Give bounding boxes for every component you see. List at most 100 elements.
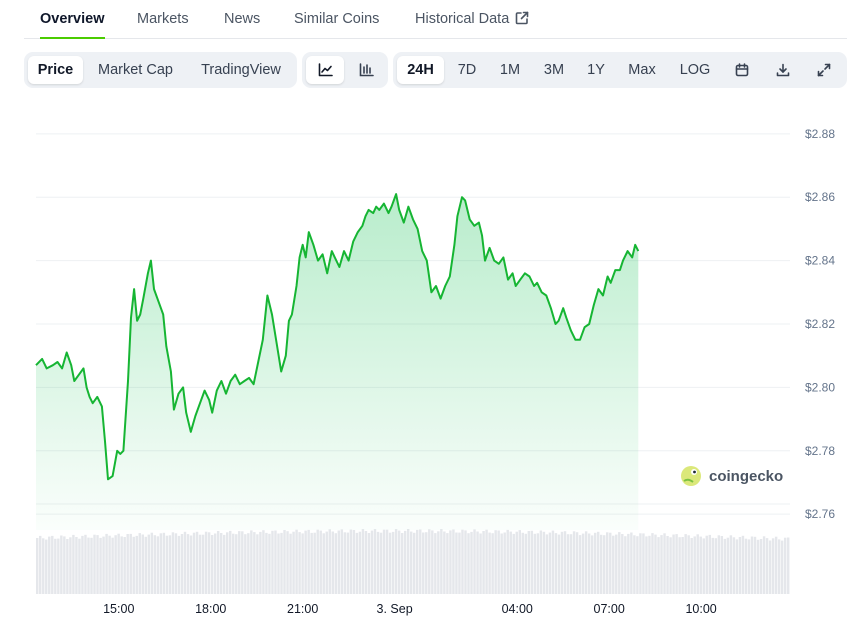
volume-bar xyxy=(117,533,120,594)
volume-bar xyxy=(503,532,506,594)
volume-bars xyxy=(36,529,790,594)
volume-bar xyxy=(500,533,503,594)
volume-bar xyxy=(391,531,395,594)
volume-bar xyxy=(738,537,742,594)
volume-bar xyxy=(473,529,476,594)
volume-bar xyxy=(584,531,588,594)
volume-bar xyxy=(63,536,66,594)
volume-bar xyxy=(762,536,766,594)
volume-bar xyxy=(72,534,75,594)
volume-bar xyxy=(241,531,244,594)
volume-bar xyxy=(651,533,654,594)
x-tick-label: 18:00 xyxy=(195,602,226,616)
volume-bar xyxy=(247,533,250,594)
volume-bar xyxy=(476,531,479,594)
volume-bar xyxy=(771,538,775,594)
volume-bar xyxy=(147,534,151,594)
volume-bar xyxy=(198,534,202,594)
volume-bar xyxy=(413,532,416,594)
volume-bar xyxy=(723,538,727,594)
volume-bar xyxy=(361,529,365,594)
volume-bar xyxy=(566,534,570,594)
volume-bar xyxy=(690,538,693,594)
volume-bar xyxy=(648,535,651,594)
volume-bar xyxy=(226,532,229,594)
volume-bar xyxy=(557,534,561,594)
volume-bar xyxy=(578,535,582,594)
volume-bar xyxy=(612,535,615,594)
y-tick-label: $2.86 xyxy=(805,190,835,204)
volume-bar xyxy=(458,532,461,594)
volume-bar xyxy=(219,533,223,594)
volume-bar xyxy=(741,535,745,594)
volume-bar xyxy=(518,530,521,594)
volume-bar xyxy=(192,532,196,594)
volume-bar xyxy=(735,539,739,594)
volume-bar xyxy=(479,533,482,594)
volume-bar xyxy=(150,532,154,594)
volume-bar xyxy=(572,531,576,594)
volume-bar xyxy=(551,530,555,594)
volume-bar xyxy=(349,529,353,594)
volume-bar xyxy=(162,532,166,594)
volume-bar xyxy=(204,531,208,594)
volume-bar xyxy=(422,532,425,594)
volume-bar xyxy=(174,533,178,594)
volume-bar xyxy=(660,535,663,594)
volume-bar xyxy=(425,532,428,594)
volume-bar xyxy=(497,530,500,594)
volume-bar xyxy=(512,533,515,594)
volume-bar xyxy=(446,533,449,594)
volume-bar xyxy=(99,537,102,594)
volume-bar xyxy=(87,537,90,594)
volume-bar xyxy=(482,531,485,594)
coingecko-watermark: coingecko xyxy=(681,466,783,486)
volume-bar xyxy=(319,530,322,594)
volume-bar xyxy=(654,534,657,594)
volume-bar xyxy=(467,533,470,594)
volume-bar xyxy=(346,532,350,594)
volume-bar xyxy=(397,530,401,594)
volume-bar xyxy=(54,538,57,594)
volume-bar xyxy=(645,536,648,594)
volume-bar xyxy=(777,539,781,594)
volume-bar xyxy=(666,536,669,594)
price-area-fill xyxy=(36,194,639,530)
volume-bar xyxy=(726,537,730,594)
price-chart[interactable]: $2.88 $2.86 $2.84 $2.82 $2.80 $2.78 $2.76 15:0… xyxy=(0,0,847,626)
volume-bar xyxy=(310,532,313,594)
volume-bar xyxy=(542,531,546,594)
volume-bar xyxy=(69,537,72,594)
volume-bar xyxy=(720,536,724,594)
volume-bar xyxy=(238,531,241,594)
volume-bar xyxy=(325,531,328,594)
volume-bar xyxy=(464,530,467,594)
volume-bar xyxy=(364,531,368,594)
volume-bar xyxy=(207,532,211,594)
volume-bar xyxy=(506,529,509,594)
gecko-logo-icon xyxy=(681,466,701,486)
volume-bar xyxy=(669,537,672,594)
volume-bar xyxy=(509,531,512,594)
volume-bar xyxy=(524,533,528,594)
volume-bar xyxy=(627,533,630,594)
volume-bar xyxy=(554,533,558,594)
volume-bar xyxy=(539,530,543,594)
volume-bar xyxy=(358,531,362,594)
volume-bar xyxy=(428,529,431,594)
volume-bar xyxy=(180,534,184,594)
volume-bar xyxy=(416,529,419,594)
volume-bar xyxy=(283,530,286,594)
volume-bar xyxy=(307,529,310,594)
volume-bar xyxy=(96,535,99,594)
volume-bar xyxy=(639,533,642,594)
volume-bar xyxy=(400,533,404,594)
volume-bar xyxy=(337,530,341,594)
volume-bar xyxy=(714,538,718,594)
volume-bar xyxy=(434,533,437,594)
volume-bar xyxy=(250,530,253,594)
volume-bar xyxy=(51,535,54,594)
volume-bar xyxy=(786,537,790,594)
volume-bar xyxy=(322,533,325,594)
volume-bar xyxy=(355,532,359,594)
